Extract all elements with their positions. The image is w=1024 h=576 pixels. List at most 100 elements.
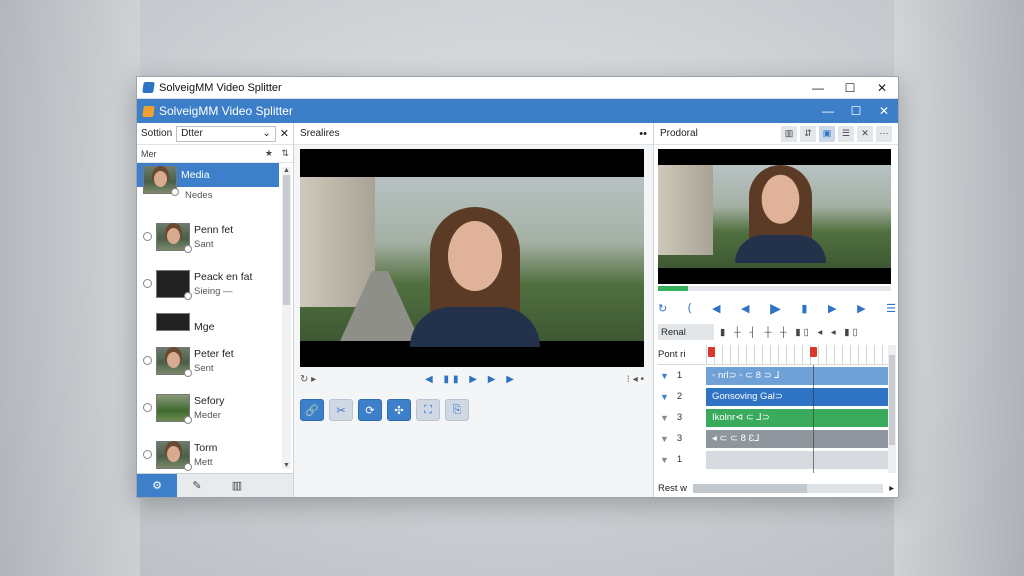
playback-buttons[interactable]: ◀ ▮▮ ▶ ▶ ▶: [316, 374, 627, 385]
timeline-scrollbar[interactable]: [888, 345, 896, 473]
collapse-triangle-icon[interactable]: ▼: [660, 434, 669, 444]
table-row[interactable]: ▼ 3 ◂ ⊂ ⊂ 8 Ɛ⅃: [658, 428, 890, 449]
minimize-button[interactable]: —: [802, 77, 834, 98]
single-view-icon[interactable]: ▣: [819, 125, 835, 142]
collapse-triangle-icon[interactable]: ▼: [660, 455, 669, 465]
preview-close-icon[interactable]: ✕: [857, 125, 873, 142]
edit-tab-icon[interactable]: ✎: [177, 474, 217, 497]
list-item[interactable]: Sefory Meder: [137, 384, 279, 431]
scrollbar-thumb[interactable]: [283, 175, 290, 305]
step-back-icon[interactable]: ◀: [741, 302, 749, 315]
track-clip[interactable]: [706, 450, 890, 469]
mark-in-icon[interactable]: (: [688, 302, 692, 314]
media-thumbnail: [156, 269, 192, 300]
media-subtitle: Nedes: [185, 190, 213, 201]
loop-icon[interactable]: ↻: [658, 302, 667, 315]
list-item[interactable]: Media: [137, 163, 279, 196]
list-item[interactable]: Peack en fat Sieing —: [137, 260, 279, 307]
scroll-right-icon[interactable]: ▸: [889, 483, 894, 494]
star-icon[interactable]: ★: [265, 148, 273, 158]
library-tab-icon[interactable]: ▥: [217, 474, 257, 497]
preview-panel-header: Prodoral ▥ ⇵ ▣ ☰ ✕ ⋯: [654, 123, 898, 145]
track-clip[interactable]: ◦ nrl⊃ ◦ ⊂ 8 ⊃ ⅃: [706, 366, 890, 385]
media-list-scrollbar[interactable]: ▲ ▼: [282, 167, 291, 469]
media-panel-close-icon[interactable]: ✕: [280, 127, 289, 140]
step-forward-icon[interactable]: ▶: [828, 302, 836, 315]
rewind-icon[interactable]: ◀: [712, 302, 720, 315]
inner-title-bar: SolveigMM Video Splitter — ☐ ✕: [137, 99, 898, 123]
track-clip[interactable]: Gonsoving Gal⊃: [706, 387, 890, 406]
filter-dropdown[interactable]: Dtter ⌄: [176, 125, 276, 142]
media-radio[interactable]: [143, 450, 152, 459]
table-row[interactable]: ▼ 1: [658, 449, 890, 470]
list-item[interactable]: Torm Mett: [137, 431, 279, 471]
marker-out-icon[interactable]: [810, 347, 817, 357]
media-radio[interactable]: [143, 403, 152, 412]
list-item[interactable]: Peter fet Sent: [137, 337, 279, 384]
source-panel-menu-icon[interactable]: ••: [639, 128, 647, 140]
track-clip[interactable]: Ikolnr⊲ ⊂ ⅃⊃: [706, 408, 890, 427]
media-radio[interactable]: [143, 279, 152, 288]
media-subtitle: Meder: [194, 409, 221, 421]
media-subtitle: Sant: [194, 238, 214, 250]
footer-label: Rest w: [658, 482, 688, 494]
rotate-tool-icon[interactable]: ⟳: [358, 399, 382, 421]
crop-tool-icon[interactable]: ⛶: [416, 399, 440, 421]
play-icon[interactable]: ▶: [770, 300, 781, 317]
scroll-down-icon[interactable]: ▼: [282, 462, 291, 469]
marker-in-icon[interactable]: [708, 347, 715, 357]
inner-minimize-button[interactable]: —: [814, 99, 842, 123]
loop-controls[interactable]: ↻ ▸: [300, 374, 316, 385]
timeline-label: Renal: [658, 324, 714, 340]
table-row[interactable]: ▼ 3 Ikolnr⊲ ⊂ ⅃⊃: [658, 407, 890, 428]
media-title: Peter fet: [194, 347, 234, 360]
source-video-viewer[interactable]: [300, 149, 644, 367]
copy-tool-icon[interactable]: ⎘: [445, 399, 469, 421]
preview-video-viewer[interactable]: [658, 149, 891, 284]
cut-tool-icon[interactable]: ✂: [329, 399, 353, 421]
move-tool-icon[interactable]: ✣: [387, 399, 411, 421]
list-item[interactable]: Penn fet Sant: [137, 213, 279, 260]
inner-maximize-button[interactable]: ☐: [842, 99, 870, 123]
preview-more-icon[interactable]: ⋯: [876, 125, 892, 142]
maximize-button[interactable]: ☐: [834, 77, 866, 98]
timeline-toolbar: Renal ▮ ┼ ┤ ┼ ┼ ▮▯ ◂ ◂ ▮▯: [658, 323, 893, 341]
grid-view-icon[interactable]: ▥: [781, 125, 797, 142]
expand-triangle-icon[interactable]: ▼: [660, 371, 669, 381]
ruler-label: Pont ri: [658, 349, 686, 360]
sort-view-icon[interactable]: ⇵: [800, 125, 816, 142]
fast-forward-icon[interactable]: ▶: [857, 302, 865, 315]
filter-dropdown-value: Dtter: [181, 128, 203, 139]
scrollbar-thumb[interactable]: [889, 355, 895, 445]
settings-tab-icon[interactable]: ⚙: [137, 474, 177, 497]
media-radio[interactable]: [143, 356, 152, 365]
media-panel-footer: ⚙ ✎ ▥: [137, 473, 293, 497]
table-row[interactable]: ▼ 2 Gonsoving Gal⊃: [658, 386, 890, 407]
inner-close-button[interactable]: ✕: [870, 99, 898, 123]
list-view-icon[interactable]: ☰: [838, 125, 854, 142]
sort-icon[interactable]: ⇅: [281, 148, 289, 158]
source-playback-controls: ↻ ▸ ◀ ▮▮ ▶ ▶ ▶ ⁝ ◂ •: [300, 371, 644, 387]
media-radio[interactable]: [143, 232, 152, 241]
list-item[interactable]: Nedes: [137, 187, 279, 213]
preview-seek-bar[interactable]: [658, 286, 891, 291]
scroll-up-icon[interactable]: ▲: [282, 167, 291, 174]
menu-icon[interactable]: ☰: [886, 302, 896, 315]
list-item[interactable]: Mge: [137, 307, 279, 337]
background-left: [0, 0, 140, 576]
extra-controls[interactable]: ⁝ ◂ •: [627, 374, 644, 385]
close-button[interactable]: ✕: [866, 77, 898, 98]
timeline-tool-icons[interactable]: ▮ ┼ ┤ ┼ ┼ ▮▯ ◂ ◂ ▮▯: [720, 327, 861, 338]
media-thumbnail: [156, 222, 192, 253]
pause-icon[interactable]: ▮: [801, 302, 807, 315]
collapse-triangle-icon[interactable]: ▼: [660, 413, 669, 423]
track-clip[interactable]: ◂ ⊂ ⊂ 8 Ɛ⅃: [706, 429, 890, 448]
media-thumbnail: [156, 440, 192, 471]
link-tool-icon[interactable]: 🔗: [300, 399, 324, 421]
media-title: Sefory: [194, 394, 225, 407]
timeline-ruler[interactable]: Pont ri: [658, 345, 890, 365]
expand-triangle-icon[interactable]: ▼: [660, 392, 669, 402]
horizontal-scrollbar[interactable]: [693, 483, 884, 493]
playhead[interactable]: [813, 365, 814, 473]
table-row[interactable]: ▼ 1 ◦ nrl⊃ ◦ ⊂ 8 ⊃ ⅃: [658, 365, 890, 386]
